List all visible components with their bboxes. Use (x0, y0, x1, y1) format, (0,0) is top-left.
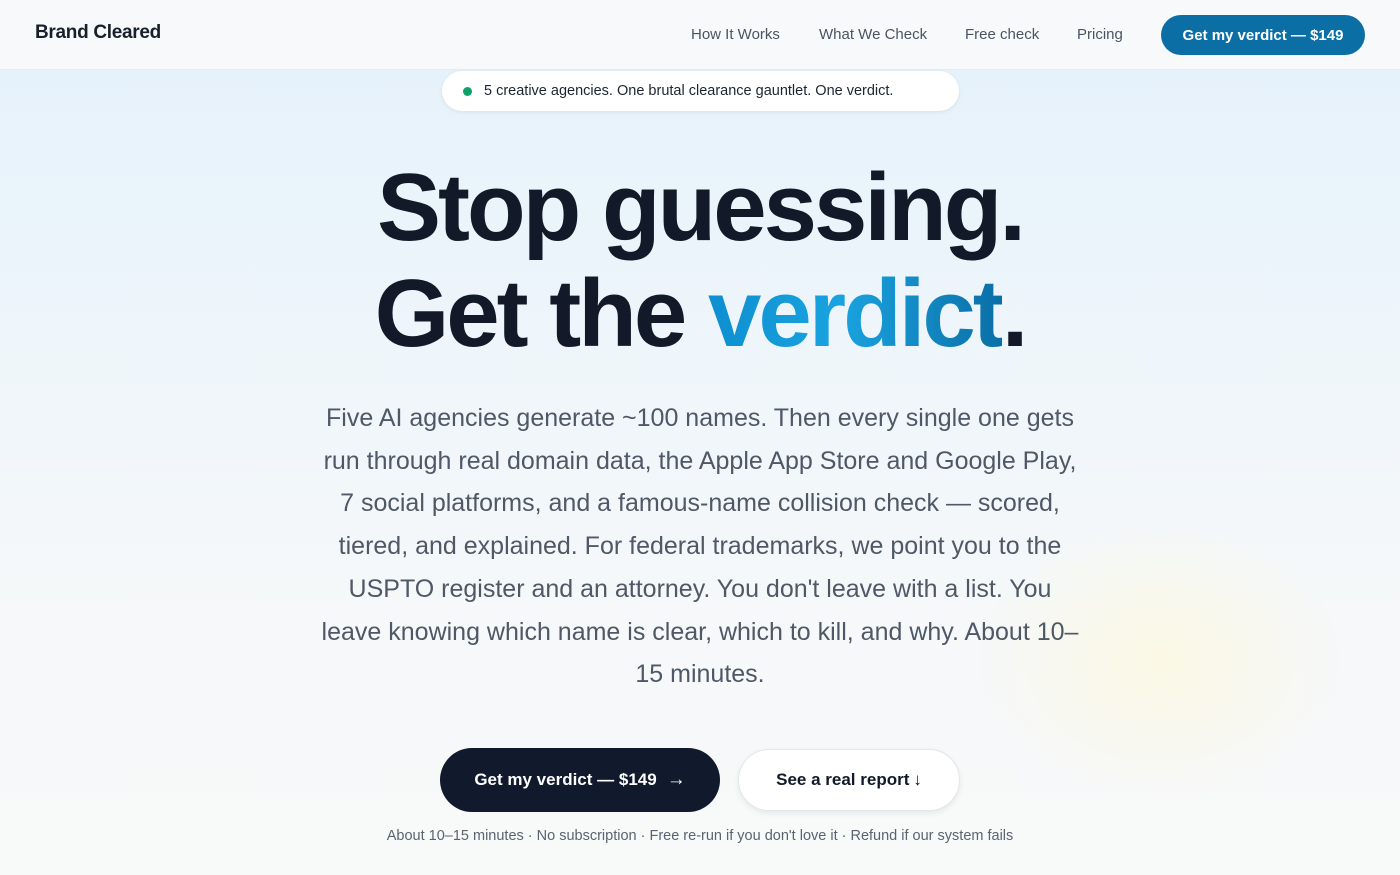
announcement-pill: 5 creative agencies. One brutal clearanc… (442, 71, 959, 111)
nav-link-free-check[interactable]: Free check (965, 26, 1039, 43)
arrow-right-icon: → (666, 769, 686, 790)
nav-link-pricing[interactable]: Pricing (1077, 26, 1123, 43)
top-nav: Brand Cleared How It Works What We Check… (0, 0, 1400, 70)
headline-suffix: . (1001, 260, 1029, 367)
hero-headline-line1: Stop guessing. (376, 154, 1026, 261)
fineprint-text: About 10–15 minutes · No subscription · … (386, 828, 1014, 844)
headline-prefix: Get the (374, 260, 708, 367)
status-dot-icon (463, 86, 472, 96)
nav-link-what-we-check[interactable]: What We Check (819, 26, 927, 43)
nav-get-verdict-button[interactable]: Get my verdict — $149 (1161, 15, 1365, 55)
brand-logo[interactable]: Brand Cleared (35, 22, 161, 44)
headline-accent-word: verdict (707, 260, 1005, 367)
nav-link-how-it-works[interactable]: How It Works (691, 26, 780, 43)
get-verdict-label: Get my verdict — $149 (474, 770, 657, 789)
announcement-text: 5 creative agencies. One brutal clearanc… (484, 83, 894, 99)
hero-headline-line2: Get the verdict. (0, 266, 1400, 362)
see-report-label: See a real report (776, 770, 910, 789)
arrow-down-icon: ↓ (913, 770, 922, 789)
hero-subheading: Five AI agencies generate ~100 names. Th… (321, 404, 1079, 689)
see-report-button[interactable]: See a real report ↓ (738, 749, 960, 811)
get-verdict-button[interactable]: Get my verdict — $149 → (440, 748, 720, 812)
